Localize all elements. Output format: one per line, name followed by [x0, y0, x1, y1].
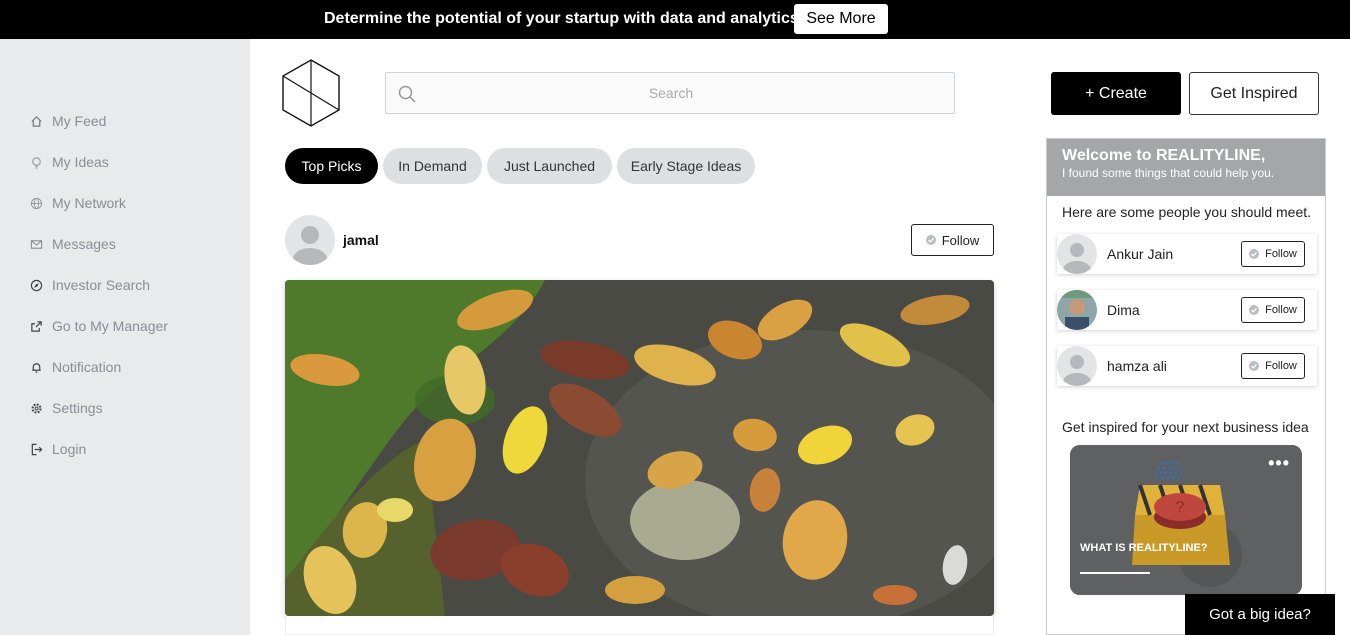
sidebar-item-my-feed[interactable]: My Feed: [30, 111, 106, 131]
sidebar-item-label: Investor Search: [52, 277, 151, 293]
inspire-card-label: WHAT IS REALITYLINE?: [1080, 542, 1208, 554]
follow-button[interactable]: Follow: [1241, 297, 1305, 323]
home-icon: [30, 115, 43, 128]
tab-early-stage-ideas[interactable]: Early Stage Ideas: [617, 148, 755, 184]
check-icon: [1249, 249, 1260, 259]
avatar[interactable]: [285, 215, 335, 265]
envelope-icon: [30, 238, 43, 251]
user-silhouette-icon: [293, 226, 327, 265]
welcome-panel: Welcome to REALITYLINE, I found some thi…: [1046, 138, 1326, 635]
sidebar-item-label: My Feed: [52, 113, 107, 129]
sidebar-item-notification[interactable]: Notification: [30, 357, 121, 377]
search-icon: [398, 85, 416, 103]
follow-label: Follow: [1265, 248, 1297, 260]
progress-indicator: [1080, 572, 1150, 574]
post-author-name[interactable]: jamal: [343, 232, 379, 248]
inspire-card[interactable]: ? ••• WHAT IS REALITYLINE?: [1070, 445, 1302, 595]
panel-header: Welcome to REALITYLINE, I found some thi…: [1047, 139, 1325, 196]
sidebar-item-messages[interactable]: Messages: [30, 234, 116, 254]
panel-subtitle: I found some things that could help you.: [1062, 166, 1275, 180]
app-logo[interactable]: [280, 58, 342, 128]
more-options-icon[interactable]: •••: [1268, 453, 1290, 474]
sidebar-item-label: Messages: [52, 236, 116, 252]
person-name[interactable]: hamza ali: [1107, 358, 1167, 374]
sidebar: My Feed My Ideas My Network Messages Inv…: [0, 39, 250, 635]
sidebar-item-settings[interactable]: Settings: [30, 398, 103, 418]
person-name[interactable]: Ankur Jain: [1107, 246, 1173, 262]
search-bar: [385, 72, 955, 114]
get-inspired-button[interactable]: Get Inspired: [1189, 72, 1319, 115]
lightbulb-icon: [30, 156, 43, 169]
follow-label: Follow: [941, 232, 980, 248]
sidebar-item-login[interactable]: Login: [30, 439, 86, 459]
svg-text:?: ?: [1176, 499, 1185, 516]
suggested-person[interactable]: Ankur Jain Follow: [1057, 234, 1317, 274]
sidebar-item-investor-search[interactable]: Investor Search: [30, 275, 150, 295]
avatar[interactable]: [1057, 290, 1097, 330]
login-icon: [30, 443, 43, 456]
post-image[interactable]: [285, 280, 994, 616]
people-heading: Here are some people you should meet.: [1062, 204, 1312, 220]
big-idea-button[interactable]: Got a big idea?: [1185, 594, 1335, 635]
search-input[interactable]: [426, 73, 916, 113]
panel-title: Welcome to REALITYLINE,: [1062, 147, 1266, 164]
suggested-person[interactable]: Dima Follow: [1057, 290, 1317, 330]
user-silhouette-icon: [1063, 355, 1091, 386]
post-card-footer: [285, 616, 994, 635]
external-link-icon: [30, 320, 43, 333]
follow-button[interactable]: Follow: [1241, 353, 1305, 379]
check-icon: [1249, 305, 1260, 315]
globe-icon: [30, 197, 43, 210]
user-photo-icon: [1057, 290, 1097, 330]
create-button[interactable]: + Create: [1051, 72, 1181, 115]
check-icon: [1249, 361, 1260, 371]
suggested-person[interactable]: hamza ali Follow: [1057, 346, 1317, 386]
banner-text: Determine the potential of your startup …: [324, 10, 804, 27]
avatar[interactable]: [1057, 346, 1097, 386]
see-more-button[interactable]: See More: [794, 4, 888, 34]
sidebar-item-label: Login: [52, 441, 87, 457]
sidebar-item-label: My Network: [52, 195, 126, 211]
sidebar-item-label: Notification: [52, 359, 122, 375]
sidebar-item-label: My Ideas: [52, 154, 109, 170]
sidebar-item-my-ideas[interactable]: My Ideas: [30, 152, 109, 172]
top-banner: Determine the potential of your startup …: [0, 0, 1350, 39]
sidebar-item-label: Go to My Manager: [52, 318, 168, 334]
follow-button[interactable]: Follow: [911, 224, 994, 256]
follow-label: Follow: [1265, 360, 1297, 372]
follow-button[interactable]: Follow: [1241, 241, 1305, 267]
sidebar-item-label: Settings: [52, 400, 103, 416]
sidebar-item-my-network[interactable]: My Network: [30, 193, 126, 213]
follow-label: Follow: [1265, 304, 1297, 316]
tab-just-launched[interactable]: Just Launched: [487, 148, 612, 184]
gear-icon: [30, 402, 43, 415]
avatar[interactable]: [1057, 234, 1097, 274]
inspire-heading: Get inspired for your next business idea: [1062, 419, 1309, 435]
tab-top-picks[interactable]: Top Picks: [285, 148, 378, 184]
person-name[interactable]: Dima: [1107, 302, 1140, 318]
user-silhouette-icon: [1063, 243, 1091, 274]
tab-in-demand[interactable]: In Demand: [383, 148, 482, 184]
check-icon: [925, 235, 936, 245]
compass-icon: [30, 279, 43, 292]
bell-icon: [30, 361, 43, 374]
sidebar-item-go-to-my-manager[interactable]: Go to My Manager: [30, 316, 168, 336]
